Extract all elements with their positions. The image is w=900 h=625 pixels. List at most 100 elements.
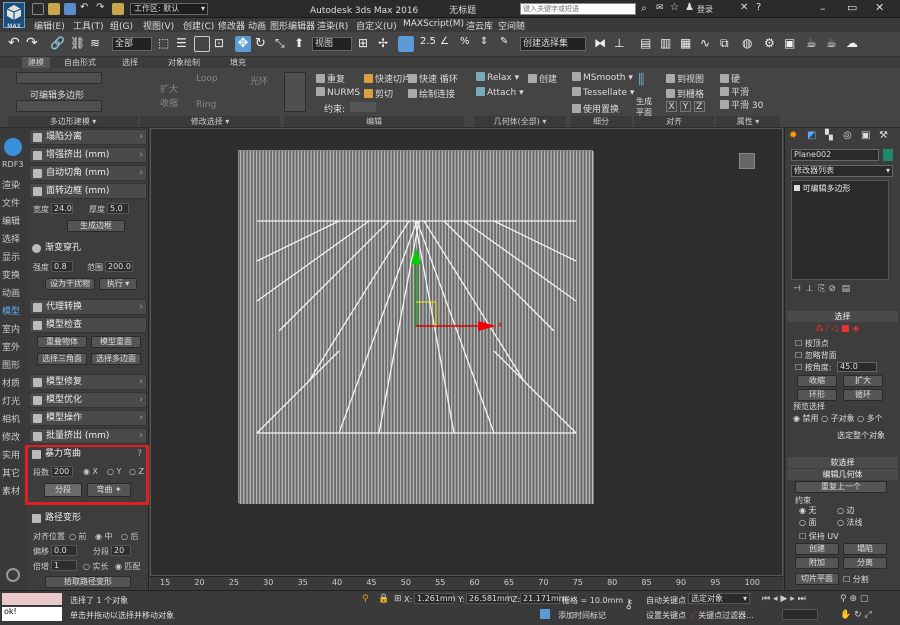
rendered-frame-icon[interactable]: ▣ [784,36,800,52]
settings-gear-icon[interactable] [6,568,20,582]
layer-explorer-icon[interactable]: ▤ [640,36,656,52]
multi-radio[interactable]: ○ 多个 [857,414,883,423]
timeline-ruler[interactable]: 15 20 25 30 35 40 45 50 55 60 65 70 75 8… [150,576,783,590]
attach-button[interactable]: 附加 [795,557,839,569]
gradient-hole-header[interactable]: 渐变穿孔 [29,241,147,257]
execute-button[interactable]: 执行 ▾ [99,278,137,290]
menu-edit[interactable]: 编辑(E) [34,19,65,32]
strip-item-assets[interactable]: 素材 [2,484,20,497]
motion-tab-icon[interactable]: ◎ [843,130,852,141]
search-input[interactable] [520,3,636,15]
align-footer[interactable]: 对齐 [634,116,714,127]
loop-label[interactable]: Loop [196,74,218,84]
tab-selection[interactable]: 选择 [122,57,138,68]
add-time-tag-label[interactable]: 添加时间标记 [558,610,606,621]
strip-item-utility[interactable]: 实用 [2,448,20,461]
hierarchy-tab-icon[interactable]: ▚ [825,130,833,141]
play-icon[interactable]: ▶ [780,594,787,604]
constraint-edge-radio[interactable]: ○ 边 [837,505,855,516]
menu-views[interactable]: 视图(V) [143,19,174,32]
overlap-objects-button[interactable]: 重叠物体 [37,336,87,348]
poly-modeling-footer[interactable]: 多边形建模 ▾ [8,116,138,127]
fov-icon[interactable]: ▢ [860,594,869,604]
maxscript-input[interactable]: ok! [2,607,62,621]
shrink-label[interactable]: 收缩 [160,96,178,109]
strip-item-light[interactable]: 灯光 [2,394,20,407]
by-vertex-checkbox[interactable]: ☐ 按顶点 [795,338,829,349]
menu-maxscript[interactable]: MAXScript(M) [403,19,464,29]
tab-populate[interactable]: 填充 [230,57,246,68]
menu-rendering[interactable]: 渲染(R) [317,19,348,32]
select-manipulate-icon[interactable]: ✢ [378,36,394,52]
close-button[interactable]: ✕ [875,1,884,14]
relax-button[interactable]: Relax ▾ [476,72,519,83]
angle-field[interactable]: 45.0 [837,362,877,372]
edit-geometry-header[interactable]: 编辑几何体 [787,469,898,480]
subdivision-footer[interactable]: 细分 [570,116,632,127]
strip-item-rdf3[interactable]: RDF3 [2,160,23,169]
snap-toggle-icon[interactable]: 2.5 [420,36,436,52]
zoom-all-icon[interactable]: ⊕ [849,594,857,604]
match-radio[interactable]: ◉ 匹配 [115,561,141,572]
strip-item-material[interactable]: 材质 [2,376,20,389]
lock-icon[interactable]: 🔒 [378,594,389,604]
minimize-button[interactable]: – [820,2,826,15]
maximize-viewport-icon[interactable]: ⤢ [865,610,872,620]
unlink-icon[interactable]: ⛓ [70,36,86,52]
subscription-icon[interactable]: ✉ [656,3,664,13]
generate-plane-label[interactable]: 生成平面 [636,96,658,118]
generate-plane-icon[interactable]: ⫼ [638,72,654,96]
cut-button[interactable]: 剪切 [364,87,393,100]
save-icon[interactable] [64,3,76,15]
front-radio[interactable]: ○ 前 [69,531,87,542]
layer-manager-icon[interactable]: ▥ [660,36,676,52]
to-grid-button[interactable]: 到栅格 [666,87,704,100]
modify-tab-icon[interactable]: ◩ [807,130,816,141]
segments-field[interactable]: 200 [51,466,73,477]
favorites-icon[interactable]: ☆ [670,2,679,13]
undo-icon[interactable]: ↶ [8,36,24,52]
violent-bend-header[interactable]: 暴力弯曲? [29,447,145,463]
pick-path-button[interactable]: 拾取路径变形 [45,576,131,588]
next-frame-icon[interactable]: ▸ [790,594,795,604]
face-border-header[interactable]: 面转边框 (mm) [29,183,147,199]
key-icon[interactable]: ⚷ [624,597,634,612]
grow-label[interactable]: 扩大 [160,82,178,95]
y-coord-field[interactable]: 26.581mm [466,593,513,604]
create-button[interactable]: 创建 [528,72,557,85]
transform-type-icon[interactable]: ⊞ [394,594,402,604]
instance-radio[interactable]: ○ 实长 [83,561,109,572]
menu-space[interactable]: 空间随 [498,19,525,32]
move-gizmo[interactable]: x [400,240,510,340]
select-object-icon[interactable]: ⬚ [158,36,174,52]
spinner-snap-icon[interactable]: ⇕ [480,36,496,52]
pivot-center-icon[interactable]: ⊞ [358,36,374,52]
paint-connect-button[interactable]: 绘制连接 [408,87,455,100]
strip-item-render[interactable]: 渲染 [2,178,20,191]
collapse-separate-header[interactable]: 塌陷分离 › [29,129,147,145]
go-start-icon[interactable]: ⏮ [762,594,770,604]
strength-field[interactable]: 0.8 [51,261,73,272]
strip-item-exterior[interactable]: 室外 [2,340,20,353]
proxy-convert-header[interactable]: 代理转换 › [29,299,147,315]
inc-extrude-header[interactable]: 增强挤出 (mm) › [29,147,147,163]
tab-object-paint[interactable]: 对象绘制 [168,57,200,68]
rect-selection-icon[interactable] [194,36,210,52]
zoom-icon[interactable]: ⚲ [840,594,847,604]
select-triangles-button[interactable]: 选择三角面 [37,353,87,365]
percent-snap-icon[interactable]: % [460,36,476,52]
attach-button[interactable]: Attach ▾ [476,87,524,98]
menu-render-cloud[interactable]: 渲云库 [466,19,493,32]
plugin-logo-icon[interactable] [4,138,22,156]
bend-button[interactable]: 弯曲 ✦ [87,483,131,497]
frame-field[interactable] [782,609,818,620]
schematic-view-icon[interactable]: ⧉ [720,36,736,52]
bind-spacewarp-icon[interactable]: ≋ [90,36,106,52]
strip-item-file[interactable]: 文件 [2,196,20,209]
select-scale-icon[interactable]: ⤡ [275,36,291,52]
model-repair-header[interactable]: 模型修复 › [29,374,147,390]
tab-modeling[interactable]: 建模 [22,57,50,68]
maximize-button[interactable]: ▭ [847,1,857,14]
tab-freeform[interactable]: 自由形式 [64,57,96,68]
strip-item-display[interactable]: 显示 [2,250,20,263]
